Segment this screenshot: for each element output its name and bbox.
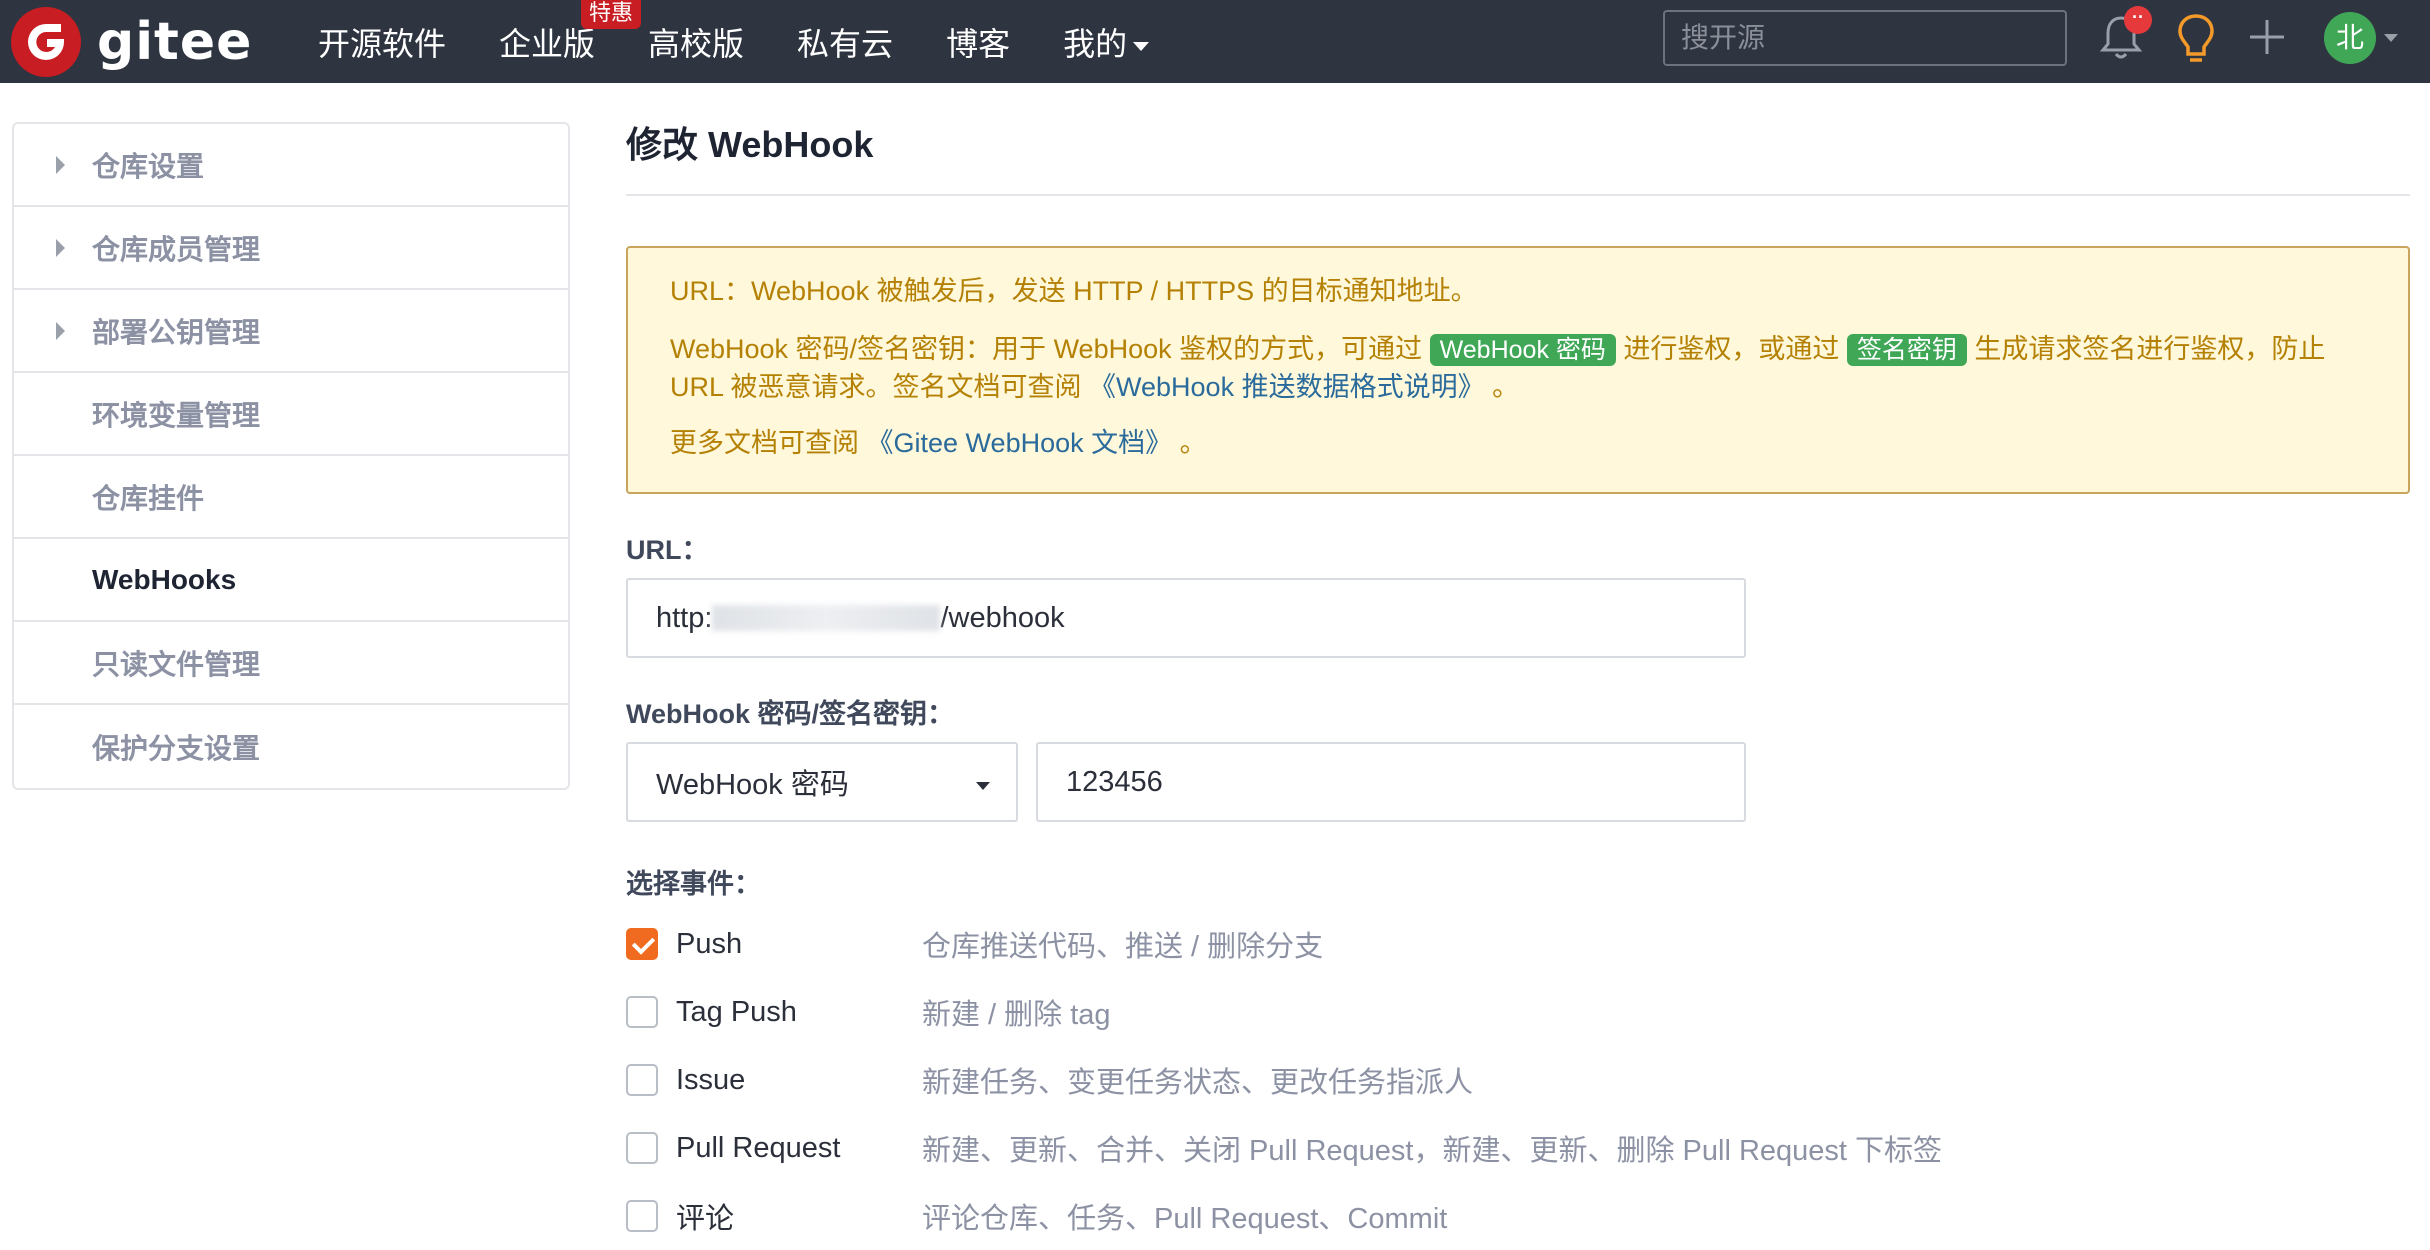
comment-checkbox[interactable]: [626, 1200, 658, 1232]
search-input[interactable]: [1663, 10, 2067, 66]
nav-education[interactable]: 高校版: [648, 19, 744, 65]
sidebar-item-label: 只读文件管理: [92, 648, 261, 680]
event-desc: 新建 / 删除 tag: [922, 999, 1111, 1031]
url-suffix: /webhook: [940, 601, 1065, 634]
main-content: 修改 WebHook URL：WebHook 被触发后，发送 HTTP / HT…: [626, 118, 2410, 1250]
plus-icon[interactable]: [2246, 16, 2288, 58]
notice-secret-text: WebHook 密码/签名密钥：用于 WebHook 鉴权的方式，可通过 Web…: [670, 330, 2366, 406]
tag-push-checkbox[interactable]: [626, 996, 658, 1028]
sidebar-item-widgets[interactable]: 仓库挂件: [14, 456, 568, 539]
event-desc: 评论仓库、任务、Pull Request、Commit: [922, 1203, 1448, 1235]
pull-request-checkbox[interactable]: [626, 1132, 658, 1164]
caret-right-icon: [56, 156, 65, 174]
nav-mine-menu[interactable]: 我的: [1063, 19, 1150, 65]
divider: [626, 194, 2410, 196]
sidebar-item-label: 仓库成员管理: [92, 233, 261, 265]
event-name: Tag Push: [676, 995, 797, 1028]
event-name: Pull Request: [676, 1131, 841, 1164]
nav-enterprise-label: 企业版: [499, 25, 596, 62]
caret-down-icon[interactable]: [2384, 34, 2398, 42]
secret-row: WebHook 密码 123456: [626, 742, 2410, 822]
event-tag-push: Tag Push 新建 / 删除 tag: [626, 978, 2410, 1046]
nav-open-source[interactable]: 开源软件: [318, 19, 446, 65]
info-notice: URL：WebHook 被触发后，发送 HTTP / HTTPS 的目标通知地址…: [626, 246, 2410, 494]
notice-url-text: URL：WebHook 被触发后，发送 HTTP / HTTPS 的目标通知地址…: [670, 276, 1478, 306]
sidebar-item-env-vars[interactable]: 环境变量管理: [14, 373, 568, 456]
webhook-password-tag: WebHook 密码: [1429, 334, 1616, 366]
page-title: 修改 WebHook: [626, 124, 874, 165]
notice-text: 。: [1172, 428, 1207, 458]
promo-badge: 特惠: [581, 0, 642, 29]
lightbulb-icon[interactable]: [2176, 12, 2216, 66]
event-desc: 仓库推送代码、推送 / 删除分支: [922, 931, 1324, 963]
url-input[interactable]: http: /webhook: [626, 578, 1746, 658]
event-name: 评论: [676, 1203, 735, 1235]
caret-right-icon: [56, 239, 65, 257]
event-name: Issue: [676, 1063, 746, 1096]
event-pull-request: Pull Request 新建、更新、合并、关闭 Pull Request，新建…: [626, 1114, 2410, 1182]
sidebar-item-protected-branches[interactable]: 保护分支设置: [14, 705, 568, 788]
caret-down-icon: [976, 782, 990, 790]
sidebar-item-label: 仓库挂件: [92, 482, 205, 514]
event-desc: 新建任务、变更任务状态、更改任务指派人: [922, 1067, 1474, 1099]
gitee-logo-icon: [11, 7, 81, 77]
push-format-doc-link[interactable]: 《WebHook 推送数据格式说明》: [1089, 372, 1485, 402]
sidebar-item-webhooks[interactable]: WebHooks: [14, 539, 568, 622]
sidebar-item-repo-settings[interactable]: 仓库设置: [14, 124, 568, 207]
notice-text: 进行鉴权，或通过: [1615, 334, 1847, 364]
avatar[interactable]: 北: [2324, 12, 2376, 64]
secret-value: 123456: [1066, 765, 1163, 798]
sidebar-item-label: 环境变量管理: [92, 399, 261, 431]
secret-type-value: WebHook 密码: [656, 769, 849, 801]
nav-blog[interactable]: 博客: [946, 19, 1010, 65]
event-issue: Issue 新建任务、变更任务状态、更改任务指派人: [626, 1046, 2410, 1114]
url-label: URL：: [626, 535, 709, 565]
top-navbar: gitee 开源软件 企业版 特惠 高校版 私有云 博客 我的 ·· 北: [0, 0, 2430, 83]
nav-enterprise[interactable]: 企业版 特惠: [499, 0, 642, 65]
sidebar-item-label: 部署公钥管理: [92, 316, 261, 348]
brand-name: gitee: [97, 12, 253, 72]
event-desc: 新建、更新、合并、关闭 Pull Request，新建、更新、删除 Pull R…: [922, 1135, 1943, 1167]
caret-down-icon: [1133, 41, 1150, 51]
gitee-logo[interactable]: gitee: [11, 4, 252, 80]
notice-text: 。: [1484, 372, 1520, 402]
sidebar-item-label: WebHooks: [92, 563, 237, 595]
push-checkbox[interactable]: [626, 928, 658, 960]
sidebar-item-readonly-files[interactable]: 只读文件管理: [14, 622, 568, 705]
nav-private-cloud[interactable]: 私有云: [797, 19, 893, 65]
notification-dot: ··: [2124, 6, 2152, 34]
secret-input[interactable]: 123456: [1036, 742, 1746, 822]
url-prefix: http:: [656, 601, 713, 634]
secret-type-select[interactable]: WebHook 密码: [626, 742, 1018, 822]
caret-right-icon: [56, 322, 65, 340]
webhook-doc-link[interactable]: 《Gitee WebHook 文档》: [867, 428, 1173, 458]
signing-key-tag: 签名密钥: [1846, 334, 1967, 366]
event-comment: 评论 评论仓库、任务、Pull Request、Commit: [626, 1182, 2410, 1250]
sidebar-item-label: 保护分支设置: [92, 732, 261, 764]
secret-label: WebHook 密码/签名密钥：: [626, 699, 955, 729]
events-label: 选择事件：: [626, 869, 761, 899]
events-list: Push 仓库推送代码、推送 / 删除分支 Tag Push 新建 / 删除 t…: [626, 910, 2410, 1250]
event-push: Push 仓库推送代码、推送 / 删除分支: [626, 910, 2410, 978]
event-name: Push: [676, 927, 743, 960]
issue-checkbox[interactable]: [626, 1064, 658, 1096]
notice-text: WebHook 密码/签名密钥：用于 WebHook 鉴权的方式，可通过: [670, 334, 1430, 364]
redacted-host: [712, 605, 941, 631]
sidebar-item-label: 仓库设置: [92, 150, 205, 182]
notice-more-docs: 更多文档可查阅 《Gitee WebHook 文档》 。: [670, 424, 2366, 462]
sidebar-item-members[interactable]: 仓库成员管理: [14, 207, 568, 290]
notice-text: 更多文档可查阅: [670, 428, 867, 458]
nav-mine-label: 我的: [1063, 25, 1128, 62]
sidebar-item-deploy-keys[interactable]: 部署公钥管理: [14, 290, 568, 373]
main-nav: 开源软件 企业版 特惠 高校版 私有云 博客 我的: [318, 0, 1202, 83]
settings-sidebar: 仓库设置 仓库成员管理 部署公钥管理 环境变量管理 仓库挂件 WebHooks …: [12, 122, 570, 790]
